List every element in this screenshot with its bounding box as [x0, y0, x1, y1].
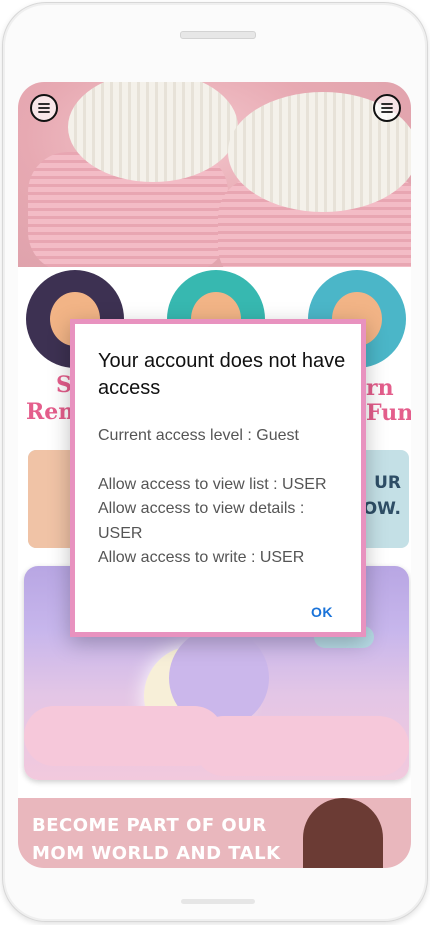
view-list-permission: Allow access to view list : USER [98, 475, 327, 493]
access-dialog: Your account does not have access Curren… [70, 319, 366, 637]
ok-button[interactable]: OK [311, 604, 333, 620]
speaker-grille [180, 31, 256, 39]
write-permission: Allow access to write : USER [98, 549, 305, 566]
dialog-body: Current access level : Guest Allow acces… [98, 424, 348, 571]
home-indicator [181, 899, 255, 904]
dialog-title: Your account does not have access [98, 350, 346, 399]
view-details-permission: Allow access to view details : USER [98, 500, 305, 542]
current-access-level: Current access level : Guest [98, 427, 299, 444]
